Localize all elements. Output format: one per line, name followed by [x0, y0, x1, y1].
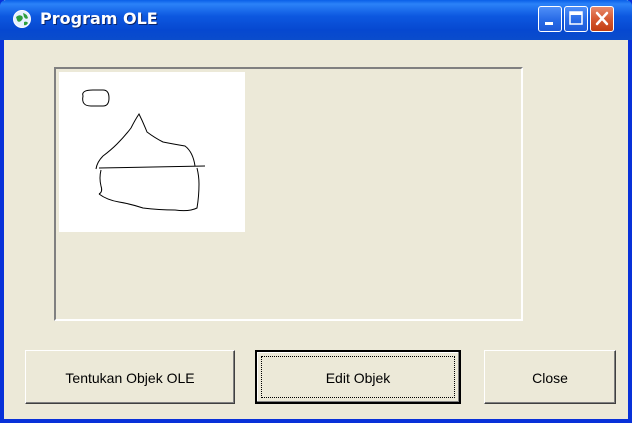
close-icon	[595, 11, 609, 26]
embedded-drawing-object[interactable]	[59, 72, 245, 232]
sketch-drawing	[82, 89, 206, 212]
program-ole-window: Program OLE Tentukan Objek OLE Edit Obje…	[0, 0, 632, 423]
edit-object-button[interactable]: Edit Objek	[255, 350, 461, 404]
edit-object-label: Edit Objek	[325, 370, 391, 386]
choose-ole-object-label: Tentukan Objek OLE	[65, 370, 195, 386]
close-window-button[interactable]	[590, 6, 614, 32]
ole-container[interactable]	[54, 67, 523, 321]
minimize-icon	[545, 22, 553, 25]
choose-ole-object-button[interactable]: Tentukan Objek OLE	[25, 350, 235, 404]
maximize-icon	[569, 11, 583, 25]
close-button[interactable]: Close	[484, 350, 616, 404]
minimize-button[interactable]	[538, 6, 562, 32]
window-title: Program OLE	[40, 9, 158, 28]
globe-app-icon	[13, 10, 31, 28]
title-bar[interactable]: Program OLE	[0, 0, 632, 40]
maximize-button[interactable]	[564, 6, 588, 32]
close-label: Close	[532, 370, 568, 386]
